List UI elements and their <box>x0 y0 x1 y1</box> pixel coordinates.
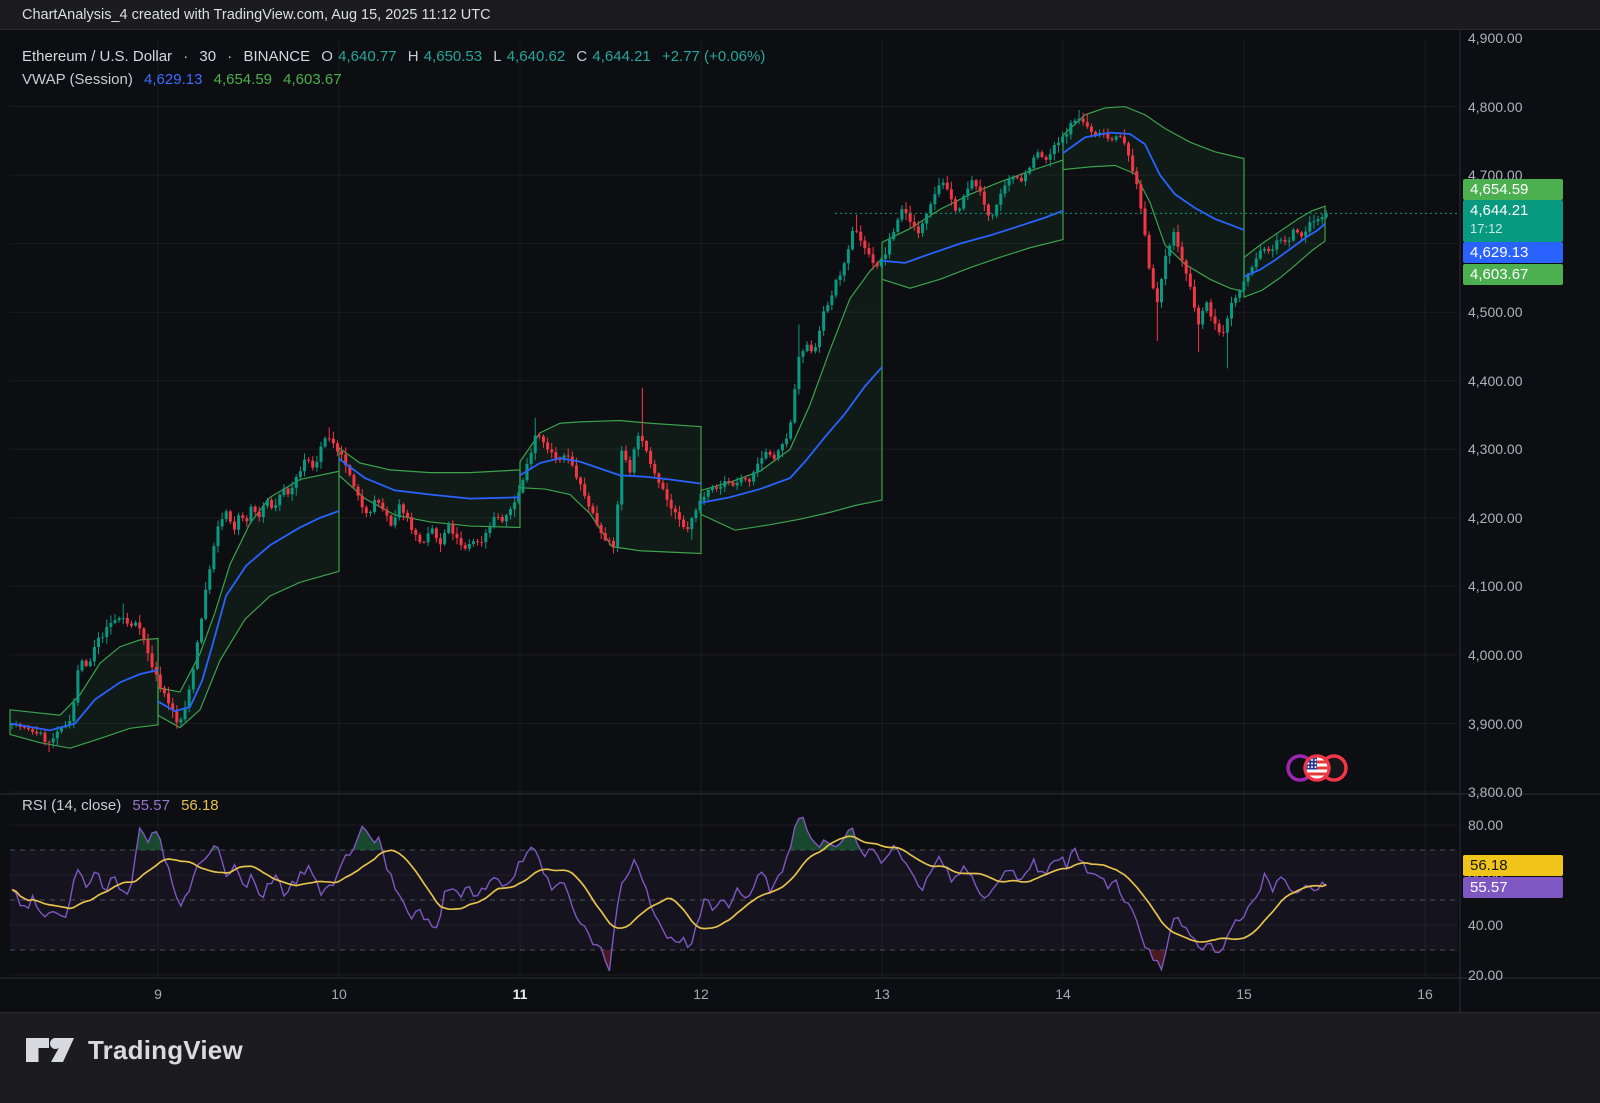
tradingview-brand-text: TradingView <box>88 1035 243 1066</box>
event-markers[interactable] <box>1284 749 1354 789</box>
lower-band-price-badge: 4,603.67 <box>1463 264 1563 285</box>
rsi-value: 55.57 <box>132 797 170 814</box>
price-axis-tick: 4,500.00 <box>1468 304 1523 320</box>
price-axis-tick: 4,400.00 <box>1468 373 1523 389</box>
price-axis-tick: 4,900.00 <box>1468 30 1523 46</box>
price-axis-tick: 4,200.00 <box>1468 510 1523 526</box>
price-axis-tick: 3,900.00 <box>1468 716 1523 732</box>
page-title: ChartAnalysis_4 created with TradingView… <box>22 7 491 23</box>
last-price-badge: 4,644.21 17:12 <box>1463 200 1563 242</box>
tradingview-logo-link[interactable]: TradingView <box>24 1033 243 1067</box>
vwap-value: 4,629.13 <box>144 71 202 88</box>
price-axis-tick: 4,100.00 <box>1468 578 1523 594</box>
vwap-lower-value: 4,603.67 <box>283 71 341 88</box>
bar-countdown: 17:12 <box>1470 220 1556 238</box>
upper-band-price-badge: 4,654.59 <box>1463 179 1563 200</box>
vwap-indicator-label[interactable]: VWAP (Session) <box>22 71 133 88</box>
time-axis-tick: 14 <box>1041 986 1085 1002</box>
footer-bar: TradingView <box>0 1012 1600 1103</box>
rsi-axis-tick: 40.00 <box>1468 917 1503 933</box>
rsi-axis-tick: 80.00 <box>1468 817 1503 833</box>
price-axis-tick: 4,300.00 <box>1468 441 1523 457</box>
time-axis-tick: 11 <box>498 986 542 1002</box>
price-chart-canvas[interactable] <box>0 30 1600 1012</box>
close-label: C <box>576 48 587 65</box>
time-axis-tick: 16 <box>1403 986 1447 1002</box>
interval-label[interactable]: 30 <box>199 48 216 65</box>
high-label: H <box>408 48 419 65</box>
symbol-legend-row[interactable]: Ethereum / U.S. Dollar · 30 · BINANCE O … <box>22 48 772 65</box>
rsi-ma-badge: 56.18 <box>1463 855 1563 876</box>
title-bar: ChartAnalysis_4 created with TradingView… <box>0 0 1600 30</box>
vwap-upper-value: 4,654.59 <box>214 71 272 88</box>
price-axis-tick: 4,800.00 <box>1468 99 1523 115</box>
low-label: L <box>493 48 501 65</box>
change-value: +2.77 (+0.06%) <box>662 48 765 65</box>
legend-separator: · <box>183 48 188 65</box>
exchange-label[interactable]: BINANCE <box>243 48 310 65</box>
rsi-indicator-label[interactable]: RSI (14, close) <box>22 797 121 814</box>
vwap-legend-row[interactable]: VWAP (Session) 4,629.13 4,654.59 4,603.6… <box>22 71 349 88</box>
time-axis-tick: 13 <box>860 986 904 1002</box>
time-axis-tick: 15 <box>1222 986 1266 1002</box>
time-axis-tick: 10 <box>317 986 361 1002</box>
vwap-price-badge: 4,629.13 <box>1463 242 1563 263</box>
rsi-badge: 55.57 <box>1463 877 1563 898</box>
price-axis-tick: 4,000.00 <box>1468 647 1523 663</box>
price-axis-tick: 3,800.00 <box>1468 784 1523 800</box>
close-value: 4,644.21 <box>592 48 650 65</box>
low-value: 4,640.62 <box>507 48 565 65</box>
open-value: 4,640.77 <box>338 48 396 65</box>
symbol-title[interactable]: Ethereum / U.S. Dollar <box>22 48 172 65</box>
legend-separator: · <box>227 48 232 65</box>
time-axis-tick: 12 <box>679 986 723 1002</box>
open-label: O <box>321 48 333 65</box>
tradingview-chart-page: { "titlebar": {"text": "ChartAnalysis_4 … <box>0 0 1600 1102</box>
tradingview-logo-icon <box>24 1033 76 1067</box>
rsi-axis-tick: 20.00 <box>1468 967 1503 983</box>
us-flag-icon[interactable] <box>1305 756 1329 780</box>
time-axis-tick: 9 <box>136 986 180 1002</box>
rsi-ma-value: 56.18 <box>181 797 219 814</box>
rsi-legend-row[interactable]: RSI (14, close) 55.57 56.18 <box>22 797 226 814</box>
high-value: 4,650.53 <box>424 48 482 65</box>
